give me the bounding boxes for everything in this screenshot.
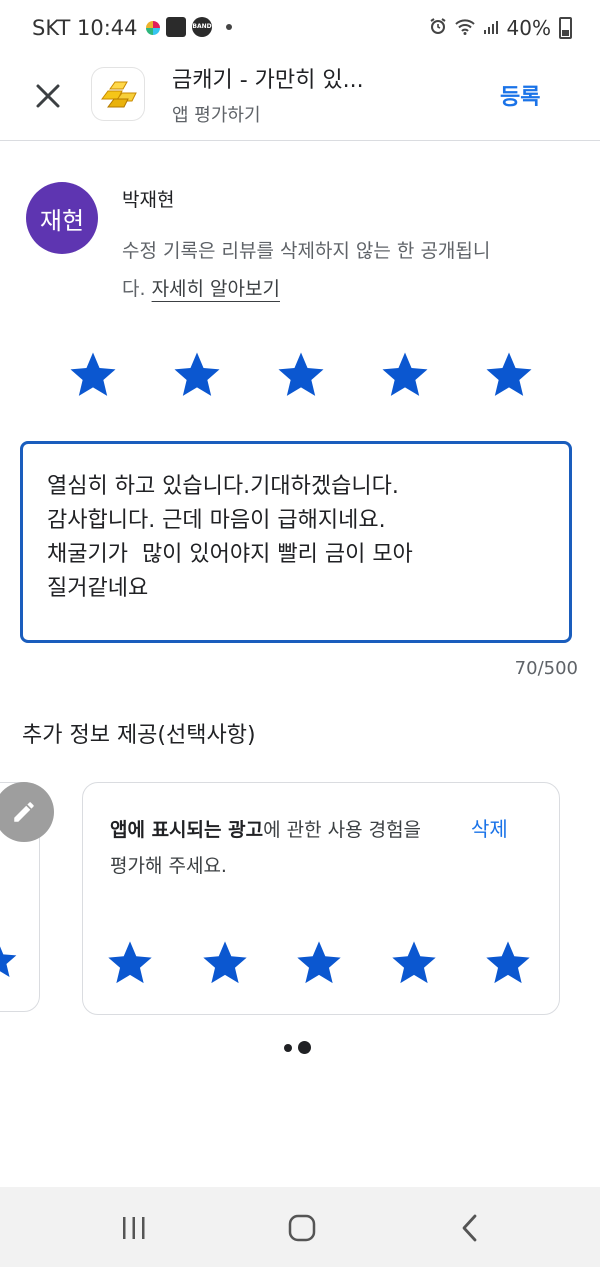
status-bar: SKT 10:44 BAND 40% <box>0 0 600 56</box>
carrier-label: SKT <box>32 16 71 40</box>
wifi-icon <box>454 16 475 40</box>
star-icon <box>297 941 341 984</box>
star-rating <box>66 348 536 402</box>
app-icon <box>92 68 144 120</box>
pencil-icon <box>14 802 34 822</box>
battery-icon <box>559 17 572 39</box>
signal-icon <box>483 16 499 40</box>
alarm-icon <box>429 16 447 40</box>
learn-more-link[interactable]: 자세히 알아보기 <box>152 278 280 300</box>
pager-dot-active[interactable] <box>298 1041 311 1054</box>
more-notifications-icon <box>226 24 232 30</box>
header-divider <box>0 140 600 141</box>
star-icon <box>174 352 220 396</box>
star-icon <box>391 941 436 984</box>
ads-card-text: 앱에 표시되는 광고에 관한 사용 경험을 평가해 주세요. <box>110 812 440 884</box>
close-button[interactable] <box>24 72 72 120</box>
ads-card-highlight: 앱에 표시되는 광고 <box>110 819 264 841</box>
avatar: 재현 <box>26 182 98 254</box>
star-icon <box>202 941 247 984</box>
star-5[interactable] <box>482 937 534 989</box>
star-3[interactable] <box>293 937 345 989</box>
star-2[interactable] <box>199 937 251 989</box>
author-name: 박재현 <box>122 189 175 211</box>
home-icon <box>288 1214 316 1242</box>
slack-icon <box>146 21 160 35</box>
star-icon <box>486 941 530 984</box>
carousel-pager <box>284 1041 311 1054</box>
star-3[interactable] <box>274 348 328 402</box>
system-status: 40% <box>429 16 572 40</box>
pager-dot[interactable] <box>284 1043 292 1052</box>
close-icon <box>36 84 60 108</box>
notification-icons: BAND <box>146 17 232 37</box>
public-notice: 수정 기록은 리뷰를 삭제하지 않는 한 공개됩니다. 자세히 알아보기 <box>122 232 502 308</box>
battery-percent: 40% <box>506 16 551 40</box>
recent-apps-button[interactable] <box>104 1200 164 1256</box>
star-icon <box>486 352 532 396</box>
clock: 10:44 <box>77 16 138 40</box>
back-icon <box>462 1214 477 1242</box>
back-button[interactable] <box>440 1200 500 1256</box>
star-1[interactable] <box>104 937 156 989</box>
star-4[interactable] <box>378 348 432 402</box>
post-button[interactable]: 등록 <box>500 79 540 111</box>
band-icon: BAND <box>192 17 212 37</box>
star-2[interactable] <box>170 348 224 402</box>
home-button[interactable] <box>272 1200 332 1256</box>
star-icon <box>0 946 17 978</box>
page-subtitle: 앱 평가하기 <box>172 105 261 126</box>
edit-button[interactable] <box>0 782 54 842</box>
extra-info-heading: 추가 정보 제공(선택사항) <box>22 723 256 748</box>
delete-button[interactable]: 삭제 <box>471 813 508 842</box>
star-icon <box>278 352 324 396</box>
gold-bars-icon <box>101 81 137 108</box>
app-title: 금캐기 - 가만히 있... <box>172 68 364 93</box>
star-4[interactable] <box>388 937 440 989</box>
star-icon <box>70 352 116 396</box>
document-icon <box>166 17 186 37</box>
star-1[interactable] <box>66 348 120 402</box>
star-icon <box>382 352 428 396</box>
ads-star-rating <box>104 937 534 989</box>
recent-apps-icon <box>123 1217 145 1239</box>
status-carrier-time: SKT 10:44 <box>32 16 138 40</box>
character-counter: 70/500 <box>514 658 578 679</box>
previous-card-star <box>0 938 20 986</box>
review-textarea[interactable]: 열심히 하고 있습니다.기대하겠습니다. 감사합니다. 근데 마음이 급해지네요… <box>20 441 572 643</box>
star-icon <box>108 941 152 984</box>
star-5[interactable] <box>482 348 536 402</box>
